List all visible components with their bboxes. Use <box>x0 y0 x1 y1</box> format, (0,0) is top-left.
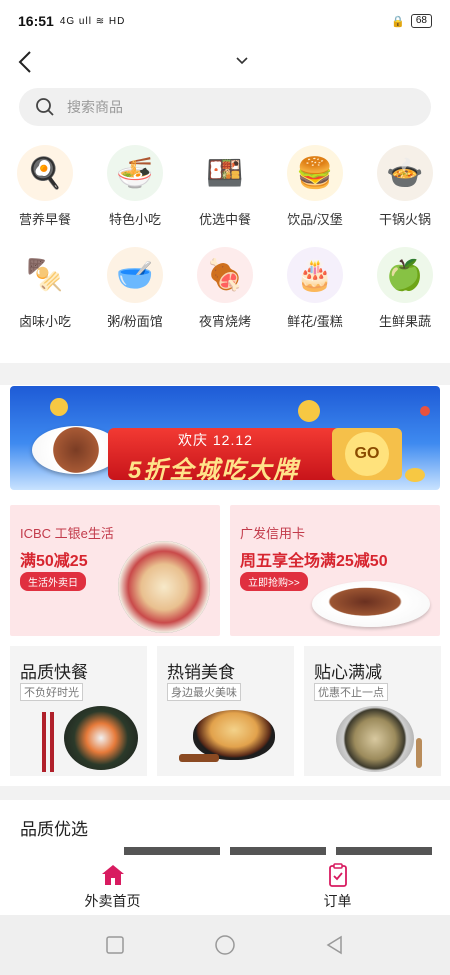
category-label: 粥/粉面馆 <box>107 314 163 329</box>
section-divider <box>0 363 450 385</box>
category-label: 特色小吃 <box>108 212 161 227</box>
search-icon <box>36 98 54 116</box>
category-item-hotpot[interactable]: 🍲 干锅火锅 <box>360 145 450 235</box>
order-clipboard-icon <box>328 863 347 887</box>
section-divider <box>0 786 450 800</box>
feature-title: 贴心满减 <box>314 663 382 682</box>
chinese-meal-icon: 🍱 <box>197 145 253 201</box>
tab-home[interactable]: 外卖首页 <box>0 855 225 915</box>
recent-apps-icon[interactable] <box>104 934 126 956</box>
promo-title: 周五享全场满25减50 <box>240 553 388 570</box>
coin-decoration <box>298 400 320 422</box>
sushi-platter-image <box>64 706 138 770</box>
promo-sub: 广发信用卡 <box>240 526 306 541</box>
nav-bar <box>0 42 450 82</box>
category-item-bbq[interactable]: 🍖 夜宵烧烤 <box>180 247 270 337</box>
category-label: 生鲜果蔬 <box>378 314 431 329</box>
feature-card-discounts[interactable]: 贴心满减 优惠不止一点 <box>304 646 441 776</box>
chevron-down-icon[interactable] <box>235 56 249 66</box>
product-image-peek <box>230 847 326 855</box>
platter-image <box>118 541 210 633</box>
section-title: 品质优选 <box>20 820 88 839</box>
category-item-braised[interactable]: 🍢 卤味小吃 <box>0 247 90 337</box>
chopsticks-image <box>42 712 46 772</box>
system-navigation-bar <box>0 915 450 975</box>
category-label: 饮品/汉堡 <box>287 212 343 227</box>
home-circle-icon[interactable] <box>214 934 236 956</box>
feature-title: 热销美食 <box>167 663 235 682</box>
product-image-peek <box>124 847 220 855</box>
banner-go-button[interactable]: GO <box>332 428 402 480</box>
cake-icon: 🎂 <box>287 247 343 303</box>
status-right: 🔒 68 <box>391 14 432 28</box>
feature-card-hot-food[interactable]: 热销美食 身边最火美味 <box>157 646 294 776</box>
chopsticks-image <box>50 712 54 772</box>
category-item-breakfast[interactable]: 🍳 营养早餐 <box>0 145 90 235</box>
soup-pot-image <box>336 706 414 772</box>
fruit-icon: 🍏 <box>377 247 433 303</box>
tab-orders[interactable]: 订单 <box>225 855 450 915</box>
category-item-porridge[interactable]: 🥣 粥/粉面馆 <box>90 247 180 337</box>
promo-button[interactable]: 生活外卖日 <box>20 572 86 591</box>
feature-tag: 不负好时光 <box>20 683 83 701</box>
noodle-bowl-image <box>193 710 275 760</box>
porridge-bowl-icon: 🥣 <box>107 247 163 303</box>
feature-card-quality-fastfood[interactable]: 品质快餐 不负好时光 <box>10 646 147 776</box>
category-item-snacks[interactable]: 🍜 特色小吃 <box>90 145 180 235</box>
skewer-icon: 🍢 <box>17 247 73 303</box>
signal-wifi-icons: 4G ull ≋ HD <box>59 15 126 27</box>
feature-tag: 身边最火美味 <box>167 683 241 701</box>
category-label: 优选中餐 <box>198 212 251 227</box>
category-item-flowers-cake[interactable]: 🎂 鲜花/蛋糕 <box>270 247 360 337</box>
back-triangle-icon[interactable] <box>324 934 346 956</box>
promo-title: 满50减25 <box>20 553 88 570</box>
category-label: 营养早餐 <box>18 212 71 227</box>
category-item-drinks-burgers[interactable]: 🍔 饮品/汉堡 <box>270 145 360 235</box>
tab-label: 外卖首页 <box>84 893 141 909</box>
search-bar[interactable] <box>19 88 431 126</box>
promo-card-cgb[interactable]: 广发信用卡 周五享全场满25减50 立即抢购>> <box>230 505 440 636</box>
category-item-chinese[interactable]: 🍱 优选中餐 <box>180 145 270 235</box>
coin-decoration <box>405 468 425 482</box>
feature-title: 品质快餐 <box>20 663 88 682</box>
home-icon <box>101 865 124 885</box>
status-time: 16:51 <box>18 13 54 29</box>
noodle-bowl-icon: 🍜 <box>107 145 163 201</box>
promo-banner[interactable]: 欢庆 12.12 5折全城吃大牌 GO <box>10 386 440 490</box>
battery-icon: 68 <box>410 14 432 28</box>
promo-button[interactable]: 立即抢购>> <box>240 572 308 591</box>
burger-drink-icon: 🍔 <box>287 145 343 201</box>
feature-tag: 优惠不止一点 <box>314 683 388 701</box>
banner-event-text: 欢庆 12.12 <box>178 432 253 448</box>
category-label: 鲜花/蛋糕 <box>287 314 343 329</box>
cinnamon-image <box>179 754 219 762</box>
tab-label: 订单 <box>323 893 352 909</box>
category-item-fresh-produce[interactable]: 🍏 生鲜果蔬 <box>360 247 450 337</box>
banner-headline: 5折全城吃大牌 <box>128 457 300 484</box>
lock-rotation-icon: 🔒 <box>391 15 405 28</box>
search-input[interactable] <box>67 99 367 115</box>
coin-decoration <box>420 406 430 416</box>
status-bar: 16:51 4G ull ≋ HD 🔒 68 <box>0 0 450 42</box>
steak-plate-image <box>32 426 120 474</box>
spoon-image <box>416 738 422 768</box>
promo-card-icbc[interactable]: ICBC 工银e生活 满50减25 生活外卖日 <box>10 505 220 636</box>
promo-sub: ICBC 工银e生活 <box>20 526 114 541</box>
steak-plate-image <box>312 581 430 627</box>
category-label: 卤味小吃 <box>18 314 71 329</box>
category-label: 夜宵烧烤 <box>198 314 251 329</box>
breakfast-icon: 🍳 <box>17 145 73 201</box>
category-grid: 🍳 营养早餐 🍜 特色小吃 🍱 优选中餐 🍔 饮品/汉堡 🍲 干锅火锅 🍢 卤味… <box>0 145 450 337</box>
category-label: 干锅火锅 <box>378 212 431 227</box>
product-image-peek <box>336 847 432 855</box>
back-arrow-icon[interactable] <box>16 50 36 74</box>
hotpot-icon: 🍲 <box>377 145 433 201</box>
bottom-tab-bar: 外卖首页 订单 <box>0 855 450 915</box>
bbq-party-icon: 🍖 <box>197 247 253 303</box>
coin-decoration <box>50 398 68 416</box>
go-label: GO <box>345 432 389 476</box>
